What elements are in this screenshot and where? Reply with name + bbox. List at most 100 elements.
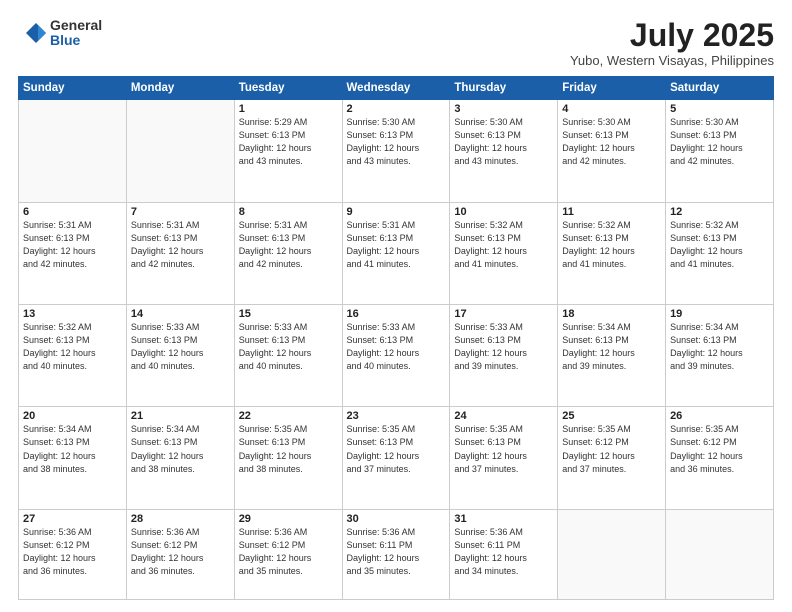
weekday-header: Thursday bbox=[450, 77, 558, 100]
calendar-day-cell: 27Sunrise: 5:36 AM Sunset: 6:12 PM Dayli… bbox=[19, 509, 127, 599]
day-info: Sunrise: 5:31 AM Sunset: 6:13 PM Dayligh… bbox=[23, 219, 122, 271]
day-number: 25 bbox=[562, 410, 661, 422]
calendar-day-cell: 3Sunrise: 5:30 AM Sunset: 6:13 PM Daylig… bbox=[450, 100, 558, 202]
calendar-day-cell: 16Sunrise: 5:33 AM Sunset: 6:13 PM Dayli… bbox=[342, 305, 450, 407]
day-number: 10 bbox=[454, 206, 553, 218]
calendar-day-cell: 14Sunrise: 5:33 AM Sunset: 6:13 PM Dayli… bbox=[126, 305, 234, 407]
page: General Blue July 2025 Yubo, Western Vis… bbox=[0, 0, 792, 612]
calendar-week-row: 27Sunrise: 5:36 AM Sunset: 6:12 PM Dayli… bbox=[19, 509, 774, 599]
location: Yubo, Western Visayas, Philippines bbox=[570, 53, 774, 68]
day-info: Sunrise: 5:36 AM Sunset: 6:12 PM Dayligh… bbox=[239, 526, 338, 578]
day-info: Sunrise: 5:30 AM Sunset: 6:13 PM Dayligh… bbox=[347, 116, 446, 168]
day-number: 26 bbox=[670, 410, 769, 422]
day-number: 7 bbox=[131, 206, 230, 218]
day-number: 28 bbox=[131, 513, 230, 525]
day-info: Sunrise: 5:35 AM Sunset: 6:13 PM Dayligh… bbox=[239, 423, 338, 475]
day-number: 5 bbox=[670, 103, 769, 115]
day-info: Sunrise: 5:31 AM Sunset: 6:13 PM Dayligh… bbox=[239, 219, 338, 271]
day-number: 31 bbox=[454, 513, 553, 525]
day-info: Sunrise: 5:33 AM Sunset: 6:13 PM Dayligh… bbox=[347, 321, 446, 373]
day-info: Sunrise: 5:32 AM Sunset: 6:13 PM Dayligh… bbox=[670, 219, 769, 271]
day-info: Sunrise: 5:36 AM Sunset: 6:12 PM Dayligh… bbox=[131, 526, 230, 578]
day-number: 9 bbox=[347, 206, 446, 218]
calendar-day-cell: 17Sunrise: 5:33 AM Sunset: 6:13 PM Dayli… bbox=[450, 305, 558, 407]
weekday-header: Friday bbox=[558, 77, 666, 100]
day-info: Sunrise: 5:35 AM Sunset: 6:12 PM Dayligh… bbox=[670, 423, 769, 475]
calendar-day-cell: 20Sunrise: 5:34 AM Sunset: 6:13 PM Dayli… bbox=[19, 407, 127, 509]
day-number: 16 bbox=[347, 308, 446, 320]
calendar-day-cell: 6Sunrise: 5:31 AM Sunset: 6:13 PM Daylig… bbox=[19, 202, 127, 304]
month-year: July 2025 bbox=[570, 18, 774, 53]
logo-icon bbox=[18, 19, 46, 47]
day-info: Sunrise: 5:35 AM Sunset: 6:12 PM Dayligh… bbox=[562, 423, 661, 475]
calendar-header-row: SundayMondayTuesdayWednesdayThursdayFrid… bbox=[19, 77, 774, 100]
calendar-day-cell: 9Sunrise: 5:31 AM Sunset: 6:13 PM Daylig… bbox=[342, 202, 450, 304]
day-info: Sunrise: 5:35 AM Sunset: 6:13 PM Dayligh… bbox=[347, 423, 446, 475]
calendar-day-cell: 2Sunrise: 5:30 AM Sunset: 6:13 PM Daylig… bbox=[342, 100, 450, 202]
calendar-week-row: 20Sunrise: 5:34 AM Sunset: 6:13 PM Dayli… bbox=[19, 407, 774, 509]
day-info: Sunrise: 5:36 AM Sunset: 6:12 PM Dayligh… bbox=[23, 526, 122, 578]
calendar-day-cell: 21Sunrise: 5:34 AM Sunset: 6:13 PM Dayli… bbox=[126, 407, 234, 509]
day-info: Sunrise: 5:32 AM Sunset: 6:13 PM Dayligh… bbox=[454, 219, 553, 271]
day-number: 22 bbox=[239, 410, 338, 422]
day-number: 2 bbox=[347, 103, 446, 115]
weekday-header: Sunday bbox=[19, 77, 127, 100]
weekday-header: Tuesday bbox=[234, 77, 342, 100]
day-number: 29 bbox=[239, 513, 338, 525]
calendar-day-cell bbox=[558, 509, 666, 599]
calendar-day-cell: 29Sunrise: 5:36 AM Sunset: 6:12 PM Dayli… bbox=[234, 509, 342, 599]
calendar-week-row: 13Sunrise: 5:32 AM Sunset: 6:13 PM Dayli… bbox=[19, 305, 774, 407]
weekday-header: Saturday bbox=[666, 77, 774, 100]
calendar-day-cell: 25Sunrise: 5:35 AM Sunset: 6:12 PM Dayli… bbox=[558, 407, 666, 509]
day-number: 6 bbox=[23, 206, 122, 218]
day-number: 11 bbox=[562, 206, 661, 218]
day-number: 15 bbox=[239, 308, 338, 320]
calendar-day-cell bbox=[19, 100, 127, 202]
title-block: July 2025 Yubo, Western Visayas, Philipp… bbox=[570, 18, 774, 68]
calendar-day-cell: 18Sunrise: 5:34 AM Sunset: 6:13 PM Dayli… bbox=[558, 305, 666, 407]
calendar-week-row: 1Sunrise: 5:29 AM Sunset: 6:13 PM Daylig… bbox=[19, 100, 774, 202]
day-info: Sunrise: 5:34 AM Sunset: 6:13 PM Dayligh… bbox=[562, 321, 661, 373]
day-info: Sunrise: 5:35 AM Sunset: 6:13 PM Dayligh… bbox=[454, 423, 553, 475]
day-info: Sunrise: 5:31 AM Sunset: 6:13 PM Dayligh… bbox=[131, 219, 230, 271]
weekday-header: Monday bbox=[126, 77, 234, 100]
calendar-day-cell: 5Sunrise: 5:30 AM Sunset: 6:13 PM Daylig… bbox=[666, 100, 774, 202]
calendar-day-cell: 1Sunrise: 5:29 AM Sunset: 6:13 PM Daylig… bbox=[234, 100, 342, 202]
calendar-day-cell: 28Sunrise: 5:36 AM Sunset: 6:12 PM Dayli… bbox=[126, 509, 234, 599]
calendar-day-cell: 22Sunrise: 5:35 AM Sunset: 6:13 PM Dayli… bbox=[234, 407, 342, 509]
weekday-header: Wednesday bbox=[342, 77, 450, 100]
day-number: 24 bbox=[454, 410, 553, 422]
day-info: Sunrise: 5:32 AM Sunset: 6:13 PM Dayligh… bbox=[23, 321, 122, 373]
day-info: Sunrise: 5:29 AM Sunset: 6:13 PM Dayligh… bbox=[239, 116, 338, 168]
day-number: 20 bbox=[23, 410, 122, 422]
day-number: 4 bbox=[562, 103, 661, 115]
logo-text: General Blue bbox=[50, 18, 102, 49]
calendar-day-cell: 7Sunrise: 5:31 AM Sunset: 6:13 PM Daylig… bbox=[126, 202, 234, 304]
day-number: 3 bbox=[454, 103, 553, 115]
calendar-day-cell: 30Sunrise: 5:36 AM Sunset: 6:11 PM Dayli… bbox=[342, 509, 450, 599]
day-info: Sunrise: 5:36 AM Sunset: 6:11 PM Dayligh… bbox=[347, 526, 446, 578]
calendar-day-cell: 26Sunrise: 5:35 AM Sunset: 6:12 PM Dayli… bbox=[666, 407, 774, 509]
calendar-table: SundayMondayTuesdayWednesdayThursdayFrid… bbox=[18, 76, 774, 600]
day-info: Sunrise: 5:36 AM Sunset: 6:11 PM Dayligh… bbox=[454, 526, 553, 578]
calendar-day-cell: 10Sunrise: 5:32 AM Sunset: 6:13 PM Dayli… bbox=[450, 202, 558, 304]
day-number: 19 bbox=[670, 308, 769, 320]
day-number: 18 bbox=[562, 308, 661, 320]
logo-blue: Blue bbox=[50, 33, 102, 48]
day-number: 8 bbox=[239, 206, 338, 218]
calendar-day-cell: 24Sunrise: 5:35 AM Sunset: 6:13 PM Dayli… bbox=[450, 407, 558, 509]
calendar-day-cell: 8Sunrise: 5:31 AM Sunset: 6:13 PM Daylig… bbox=[234, 202, 342, 304]
header: General Blue July 2025 Yubo, Western Vis… bbox=[18, 18, 774, 68]
day-number: 14 bbox=[131, 308, 230, 320]
calendar-day-cell: 13Sunrise: 5:32 AM Sunset: 6:13 PM Dayli… bbox=[19, 305, 127, 407]
day-info: Sunrise: 5:33 AM Sunset: 6:13 PM Dayligh… bbox=[131, 321, 230, 373]
calendar-day-cell: 31Sunrise: 5:36 AM Sunset: 6:11 PM Dayli… bbox=[450, 509, 558, 599]
calendar-day-cell: 19Sunrise: 5:34 AM Sunset: 6:13 PM Dayli… bbox=[666, 305, 774, 407]
calendar-day-cell: 11Sunrise: 5:32 AM Sunset: 6:13 PM Dayli… bbox=[558, 202, 666, 304]
calendar-day-cell bbox=[666, 509, 774, 599]
calendar-day-cell: 4Sunrise: 5:30 AM Sunset: 6:13 PM Daylig… bbox=[558, 100, 666, 202]
logo: General Blue bbox=[18, 18, 102, 49]
day-number: 1 bbox=[239, 103, 338, 115]
day-info: Sunrise: 5:34 AM Sunset: 6:13 PM Dayligh… bbox=[23, 423, 122, 475]
calendar-day-cell: 23Sunrise: 5:35 AM Sunset: 6:13 PM Dayli… bbox=[342, 407, 450, 509]
